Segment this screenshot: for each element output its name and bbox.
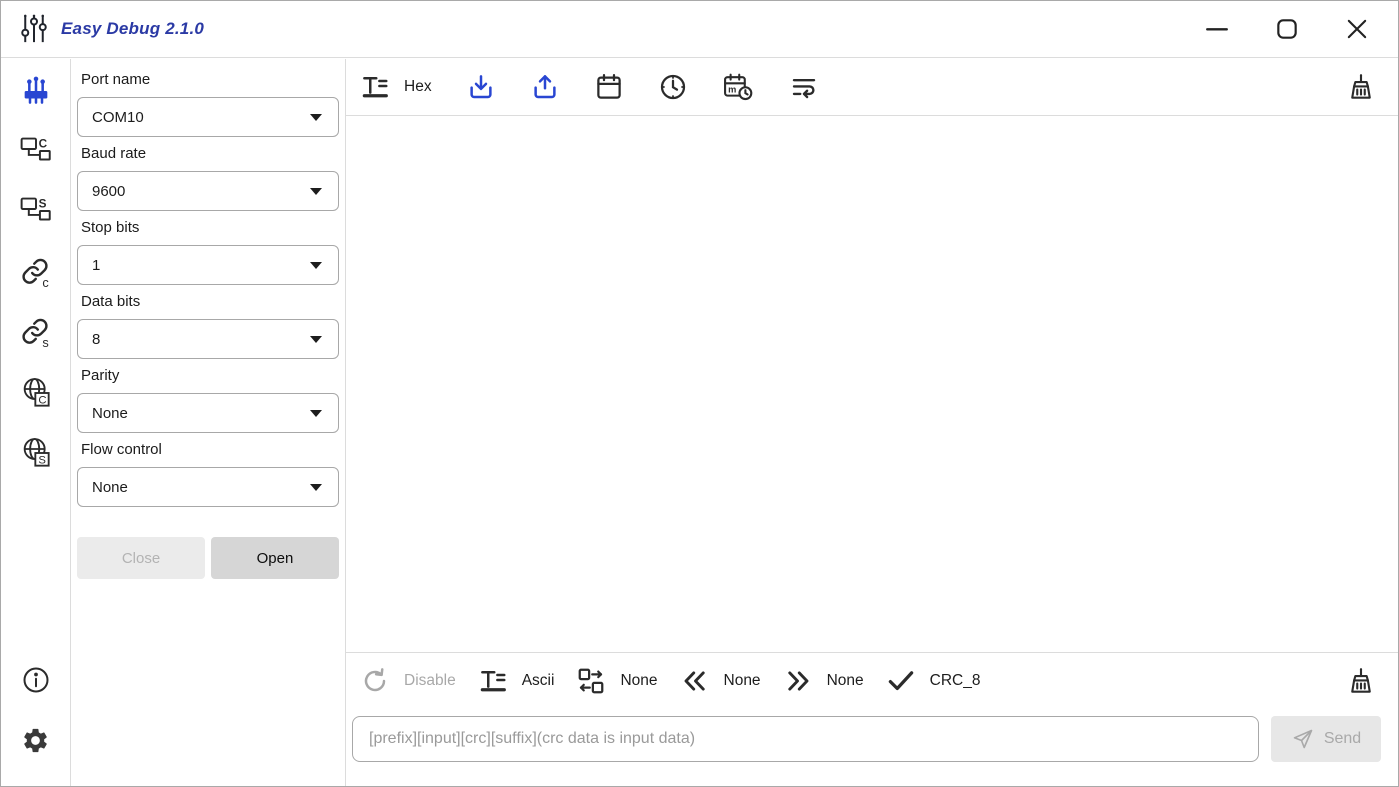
send-button-label: Send — [1323, 730, 1362, 747]
send-format-group: Ascii — [478, 666, 555, 696]
app-title: Easy Debug 2.1.0 — [61, 19, 205, 38]
port-name-select[interactable]: COM10 — [77, 97, 339, 137]
wrap-lines-icon[interactable] — [788, 72, 820, 102]
send-format-icon[interactable] — [478, 666, 508, 696]
data-bits-label: Data bits — [81, 293, 141, 310]
settings-button[interactable] — [18, 724, 54, 756]
flow-control-value: None — [92, 478, 128, 496]
send-plane-icon — [1293, 729, 1313, 749]
flow-control-select[interactable]: None — [77, 467, 339, 507]
sidebar-item-serial-port[interactable] — [18, 75, 54, 107]
show-datetime-icon[interactable]: m — [722, 72, 754, 102]
chevron-down-icon — [310, 187, 322, 195]
web-client-letter: C — [38, 394, 46, 406]
sidebar-item-tcp-client[interactable]: C — [18, 135, 54, 167]
show-date-icon[interactable] — [594, 72, 624, 102]
open-port-button[interactable]: Open — [211, 537, 339, 579]
stop-bits-label: Stop bits — [81, 219, 140, 236]
maximize-button[interactable] — [1272, 14, 1302, 44]
serial-settings-panel: Port name COM10 Baud rate 9600 Stop bits… — [71, 59, 346, 786]
sidebar-item-link-server[interactable]: s — [18, 315, 54, 349]
data-bits-value: 8 — [92, 330, 101, 348]
prefix-value[interactable]: None — [724, 672, 761, 690]
crc-value[interactable]: CRC_8 — [930, 672, 981, 690]
suffix-icon[interactable] — [783, 666, 813, 696]
app-logo-icon — [17, 9, 51, 49]
mode-sidebar: C S c s C S — [1, 59, 71, 786]
loop-send-value[interactable]: Disable — [404, 672, 456, 690]
chevron-down-icon — [310, 409, 322, 417]
import-file-icon[interactable] — [466, 72, 496, 102]
sidebar-item-web-server[interactable]: S — [18, 435, 54, 467]
app-window: Easy Debug 2.1.0 C S c s C S Port name C… — [0, 0, 1399, 787]
show-time-icon[interactable] — [658, 72, 688, 102]
suffix-group: None — [783, 666, 864, 696]
crc-group: CRC_8 — [886, 666, 981, 696]
link-client-letter: c — [42, 275, 49, 289]
chevron-down-icon — [310, 335, 322, 343]
send-button[interactable]: Send — [1271, 716, 1381, 762]
parity-label: Parity — [81, 367, 120, 384]
send-format-value[interactable]: Ascii — [522, 672, 555, 690]
window-controls — [1202, 14, 1398, 44]
transform-icon[interactable] — [576, 666, 606, 696]
sidebar-item-tcp-server[interactable]: S — [18, 195, 54, 227]
close-port-button[interactable]: Close — [77, 537, 205, 579]
clear-log-icon[interactable] — [1346, 72, 1376, 102]
sidebar-item-link-client[interactable]: c — [18, 255, 54, 289]
main-area: Hex m Disable Ascii None None None CRC_8… — [346, 59, 1398, 786]
baud-rate-value: 9600 — [92, 182, 126, 200]
titlebar: Easy Debug 2.1.0 — [1, 1, 1398, 58]
clear-input-icon[interactable] — [1346, 666, 1376, 696]
port-actions: Close Open — [77, 537, 339, 579]
send-input[interactable] — [352, 716, 1259, 762]
datetime-letter: m — [728, 85, 736, 95]
tcp-server-letter: S — [38, 198, 46, 211]
log-output[interactable] — [346, 116, 1398, 652]
loop-send-icon[interactable] — [360, 666, 390, 696]
tcp-client-letter: C — [38, 138, 47, 151]
data-bits-select[interactable]: 8 — [77, 319, 339, 359]
prefix-group: None — [680, 666, 761, 696]
transform-value[interactable]: None — [620, 672, 657, 690]
about-button[interactable] — [18, 664, 54, 696]
text-format-icon[interactable] — [360, 72, 390, 102]
stop-bits-value: 1 — [92, 256, 101, 274]
baud-rate-label: Baud rate — [81, 145, 147, 162]
baud-rate-select[interactable]: 9600 — [77, 171, 339, 211]
transform-group: None — [576, 666, 658, 696]
export-file-icon[interactable] — [530, 72, 560, 102]
loop-send-group: Disable — [360, 666, 456, 696]
flow-control-label: Flow control — [81, 441, 162, 458]
web-server-letter: S — [38, 454, 46, 466]
parity-value: None — [92, 404, 128, 422]
stop-bits-select[interactable]: 1 — [77, 245, 339, 285]
window-close-button[interactable] — [1342, 14, 1372, 44]
suffix-value[interactable]: None — [827, 672, 864, 690]
crc-check-icon[interactable] — [886, 666, 916, 696]
port-name-label: Port name — [81, 71, 151, 88]
link-server-letter: s — [42, 335, 48, 349]
parity-select[interactable]: None — [77, 393, 339, 433]
send-row: Send — [346, 708, 1398, 786]
port-name-value: COM10 — [92, 108, 144, 126]
log-format-group: Hex — [360, 72, 432, 102]
log-toolbar: Hex m — [346, 59, 1398, 116]
log-format-value[interactable]: Hex — [404, 78, 432, 96]
sidebar-item-web-client[interactable]: C — [18, 375, 54, 407]
minimize-button[interactable] — [1202, 14, 1232, 44]
prefix-icon[interactable] — [680, 666, 710, 696]
send-toolbar: Disable Ascii None None None CRC_8 — [346, 652, 1398, 708]
chevron-down-icon — [310, 113, 322, 121]
chevron-down-icon — [310, 483, 322, 491]
chevron-down-icon — [310, 261, 322, 269]
